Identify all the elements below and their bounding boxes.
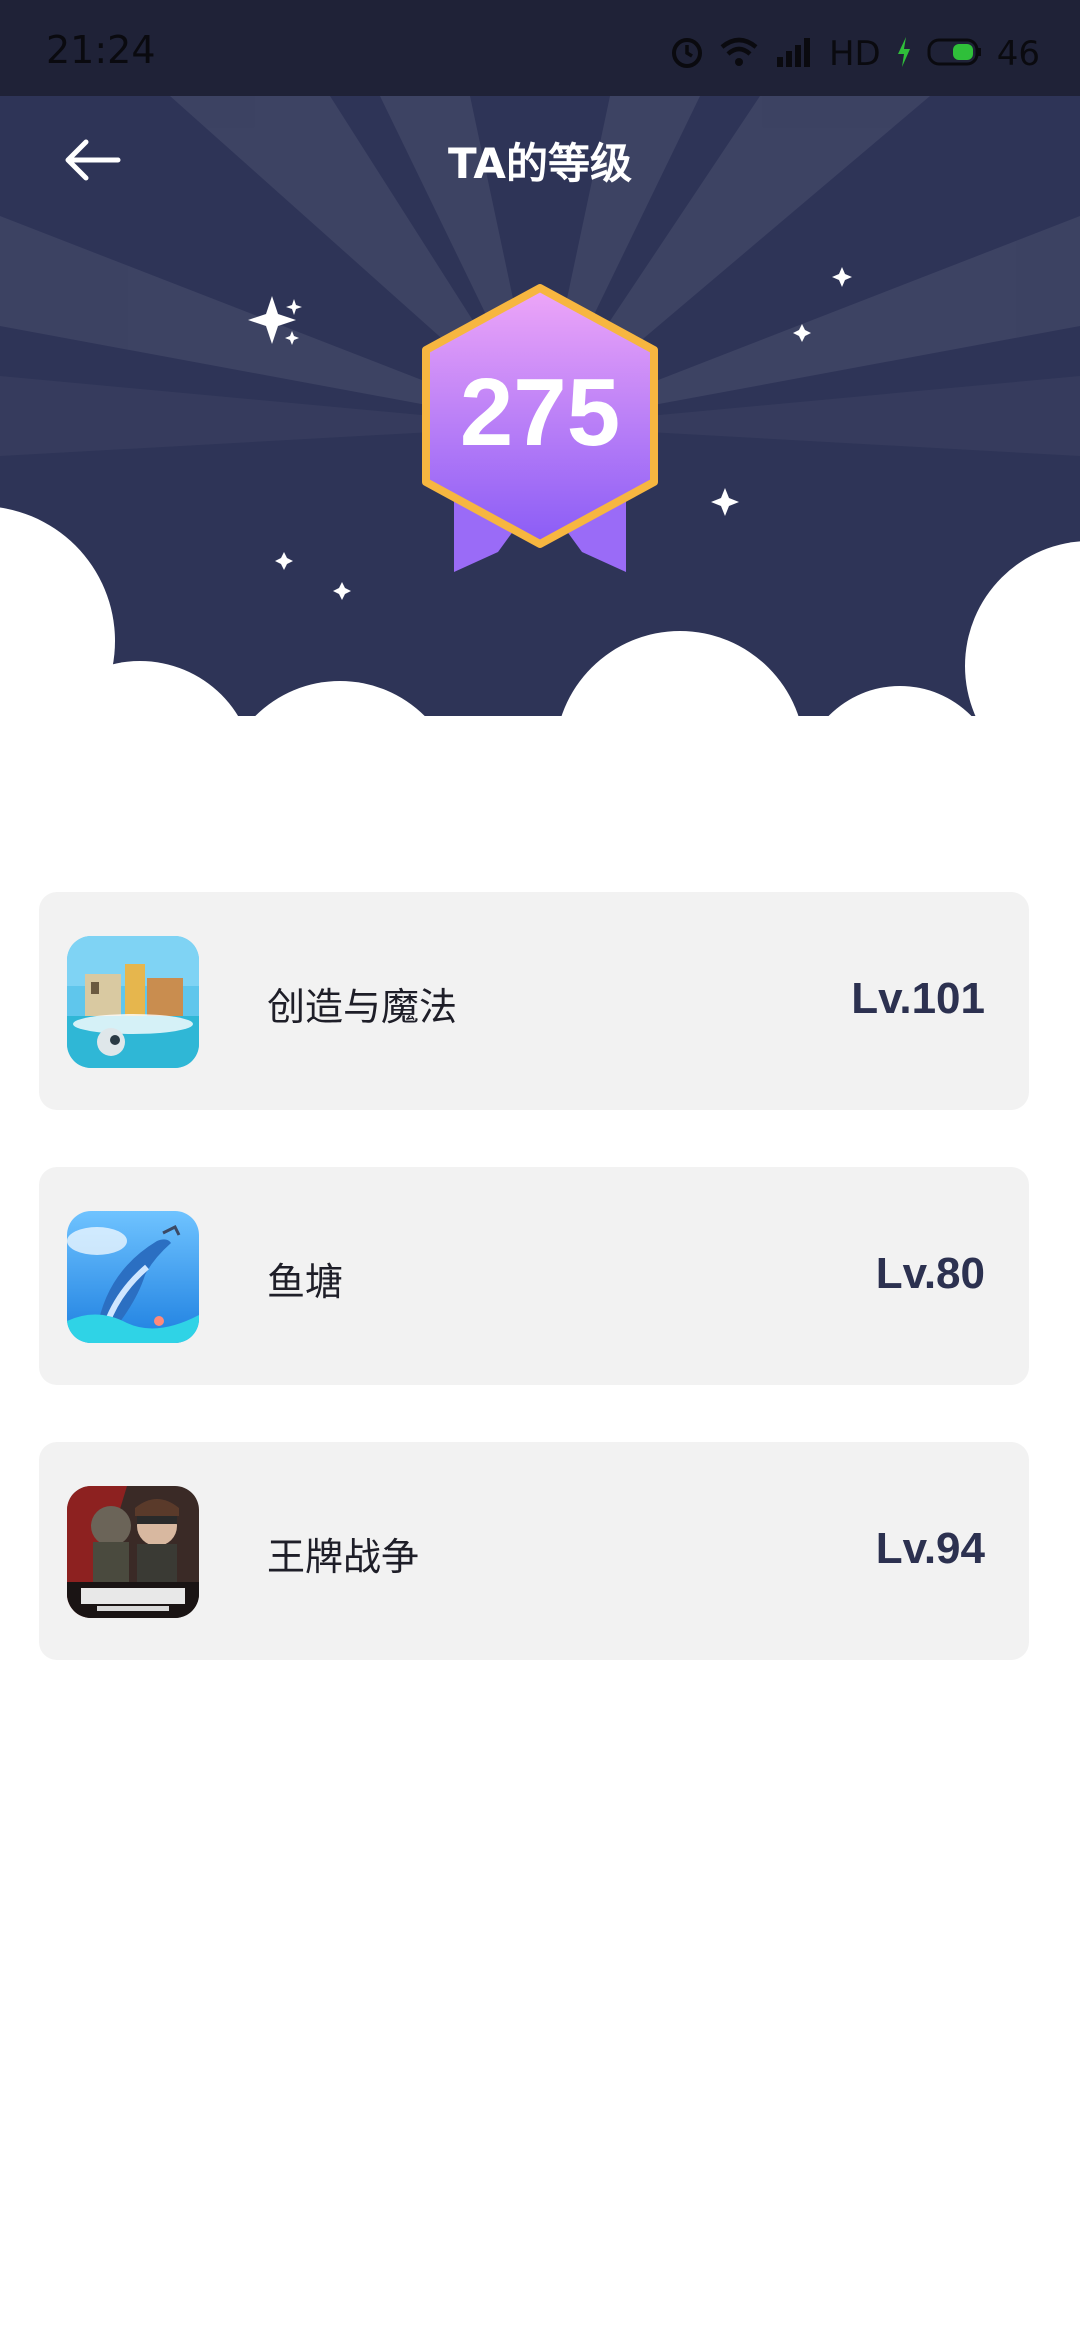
game-name: 创造与魔法 xyxy=(267,985,458,1029)
network-type: HD xyxy=(828,34,881,74)
game-level-list: 创造与魔法 Lv.101 鱼塘 Lv.80 王牌战争 Lv.94 xyxy=(39,892,1029,1717)
game-icon xyxy=(67,1211,199,1343)
game-name: 王牌战争 xyxy=(267,1535,420,1579)
status-bar: 21:24 HD 46 xyxy=(0,0,1080,96)
battery-level: 46 xyxy=(996,34,1040,74)
charging-icon xyxy=(895,35,913,73)
page-title: TA的等级 xyxy=(448,139,632,188)
battery-icon xyxy=(927,37,983,71)
game-card[interactable]: 鱼塘 Lv.80 xyxy=(39,1167,1029,1385)
alarm-icon xyxy=(669,34,705,74)
status-icons: HD 46 xyxy=(669,34,1040,74)
game-level: Lv.94 xyxy=(875,1524,985,1573)
game-icon xyxy=(67,1486,199,1618)
game-level: Lv.101 xyxy=(851,974,985,1023)
wifi-icon xyxy=(719,35,759,73)
level-badge: 275 xyxy=(418,280,662,580)
signal-4g-icon xyxy=(773,35,815,73)
level-number: 275 xyxy=(459,359,621,466)
game-card[interactable]: 创造与魔法 Lv.101 xyxy=(39,892,1029,1110)
status-time: 21:24 xyxy=(46,28,156,72)
game-card[interactable]: 王牌战争 Lv.94 xyxy=(39,1442,1029,1660)
game-name: 鱼塘 xyxy=(267,1260,344,1304)
game-icon xyxy=(67,936,199,1068)
game-level: Lv.80 xyxy=(875,1249,985,1298)
